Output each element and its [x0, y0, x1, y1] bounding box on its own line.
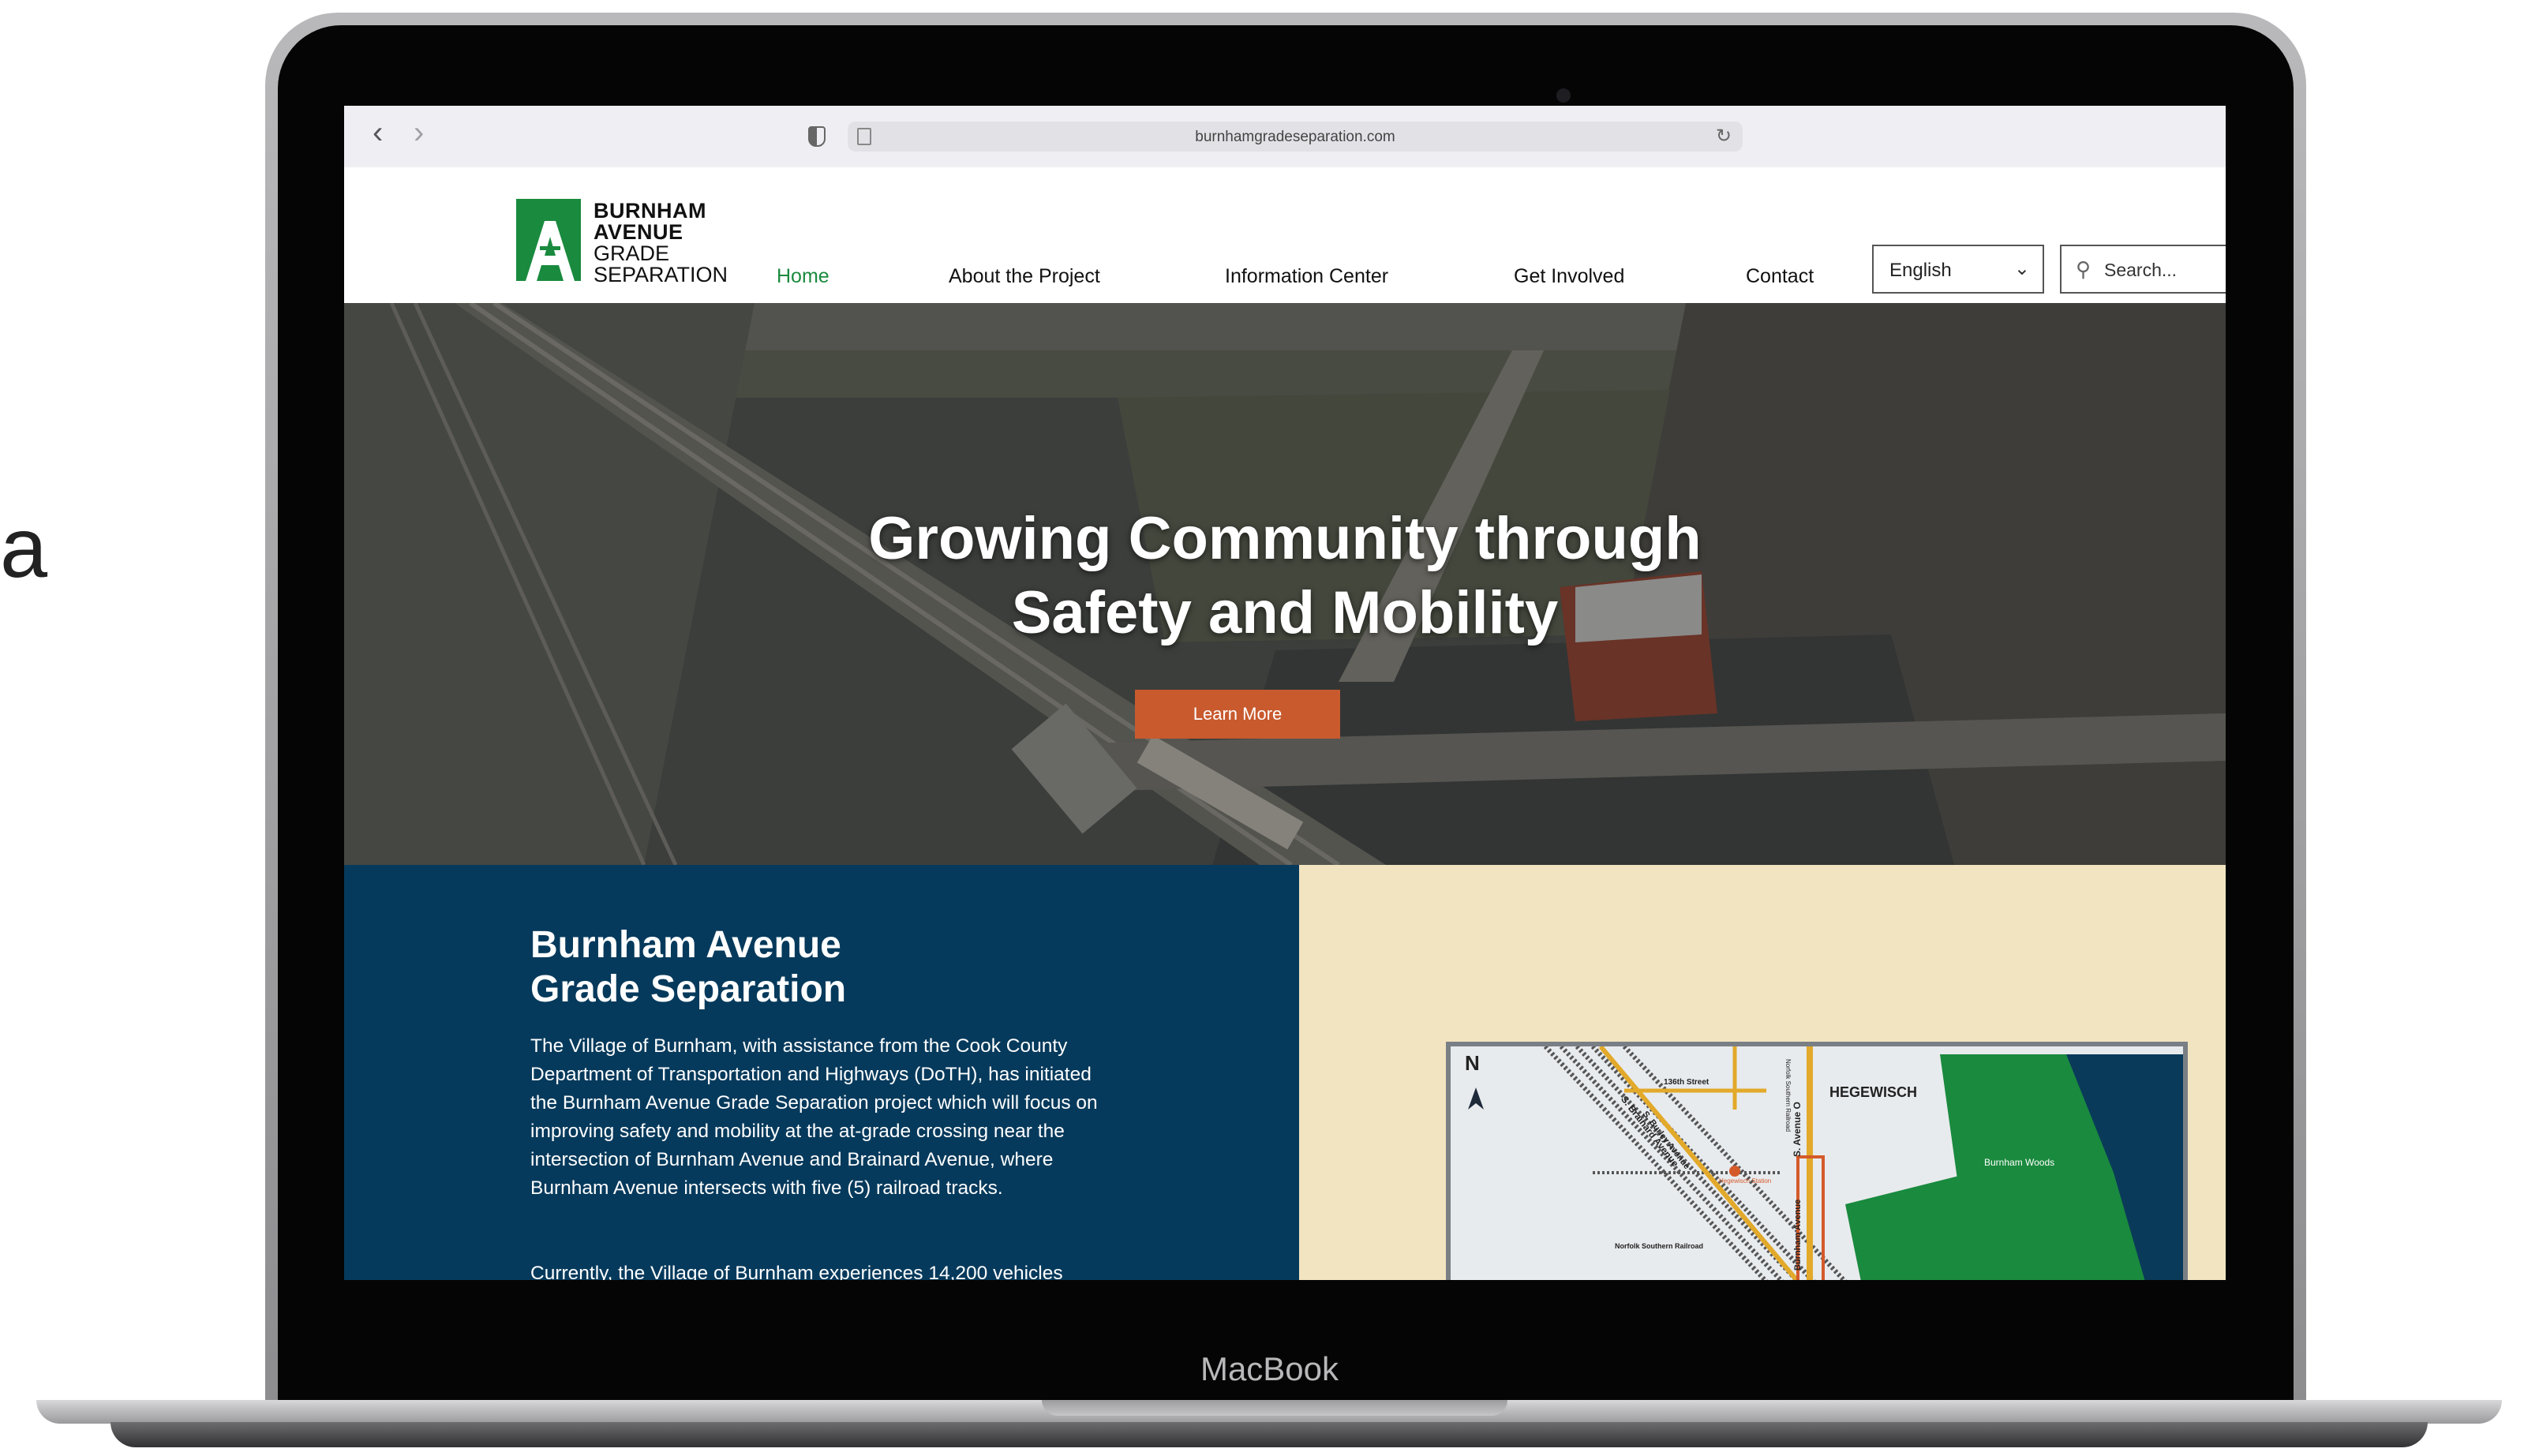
forward-icon[interactable]: ›	[414, 117, 424, 148]
hero-title-line-2: Safety and Mobility	[1011, 579, 1559, 646]
hero-banner: Growing Community through Safety and Mob…	[344, 303, 2226, 865]
map-graphic	[1451, 1046, 2183, 1280]
nav-information-center[interactable]: Information Center	[1225, 265, 1388, 288]
nav-about-the-project[interactable]: About the Project	[949, 265, 1100, 288]
nav-home[interactable]: Home	[777, 265, 829, 288]
project-location-map[interactable]: N HEGEWISCH Burnham Woods 136th Street S…	[1446, 1042, 2188, 1280]
map-label-station: Hegewisch Station	[1719, 1177, 1772, 1185]
map-north-label: N	[1465, 1051, 1480, 1075]
project-description: The Village of Burnham, with assistance …	[530, 1035, 1098, 1199]
laptop-base-bottom	[110, 1422, 2428, 1447]
map-label-avenue-o: S. Avenue O	[1792, 1102, 1803, 1157]
back-icon[interactable]: ‹	[373, 117, 383, 148]
language-selected: English	[1889, 260, 1952, 281]
browser-toolbar: ‹ › burnhamgradeseparation.com ↻	[344, 106, 2226, 168]
project-description-continued: Currently, the Village of Burnham experi…	[530, 1263, 1063, 1280]
map-label-hegewisch: HEGEWISCH	[1829, 1084, 1918, 1100]
hero-title-line-1: Growing Community through	[868, 505, 1702, 572]
screen: ‹ › burnhamgradeseparation.com ↻ BURNHAM…	[344, 106, 2226, 1280]
map-label-136th-street: 136th Street	[1664, 1078, 1710, 1087]
site-header: BURNHAM AVENUE GRADE SEPARATION Home Abo…	[344, 167, 2226, 303]
laptop-brand: MacBook	[1200, 1350, 1339, 1387]
search-icon: ⚲	[2076, 257, 2091, 281]
nav-contact[interactable]: Contact	[1746, 265, 1814, 288]
search-input[interactable]	[2103, 257, 2224, 283]
project-title: Burnham Avenue Grade Separation	[530, 923, 846, 1012]
map-label-norfolk-railroad-vertical: Norfolk Southern Railroad	[1784, 1059, 1792, 1132]
url-text[interactable]: burnhamgradeseparation.com	[848, 129, 1743, 146]
learn-more-button[interactable]: Learn More	[1135, 690, 1340, 739]
language-select[interactable]: English ⌄	[1872, 245, 2044, 294]
project-map-panel: N HEGEWISCH Burnham Woods 136th Street S…	[1299, 865, 2226, 1280]
figure-label: a	[0, 500, 48, 595]
nav-get-involved[interactable]: Get Involved	[1514, 265, 1624, 288]
address-bar[interactable]: burnhamgradeseparation.com ↻	[848, 122, 1743, 152]
chevron-down-icon: ⌄	[2013, 258, 2030, 279]
privacy-shield-icon[interactable]	[808, 126, 826, 147]
search-box[interactable]: ⚲	[2060, 245, 2226, 294]
camera-icon	[1556, 88, 1571, 103]
map-label-burnham-avenue: Burnham Avenue	[1793, 1199, 1803, 1271]
laptop-notch	[1042, 1400, 1507, 1416]
project-title-line-2: Grade Separation	[530, 968, 847, 1010]
project-title-line-1: Burnham Avenue	[530, 924, 841, 966]
reload-icon[interactable]: ↻	[1716, 125, 1732, 148]
map-label-norfolk-southern-railroad: Norfolk Southern Railroad	[1615, 1242, 1704, 1250]
project-intro-panel: Burnham Avenue Grade Separation The Vill…	[344, 865, 1299, 1280]
hero-title: Growing Community through Safety and Mob…	[344, 502, 2226, 650]
map-label-burnham-woods: Burnham Woods	[1984, 1157, 2055, 1168]
